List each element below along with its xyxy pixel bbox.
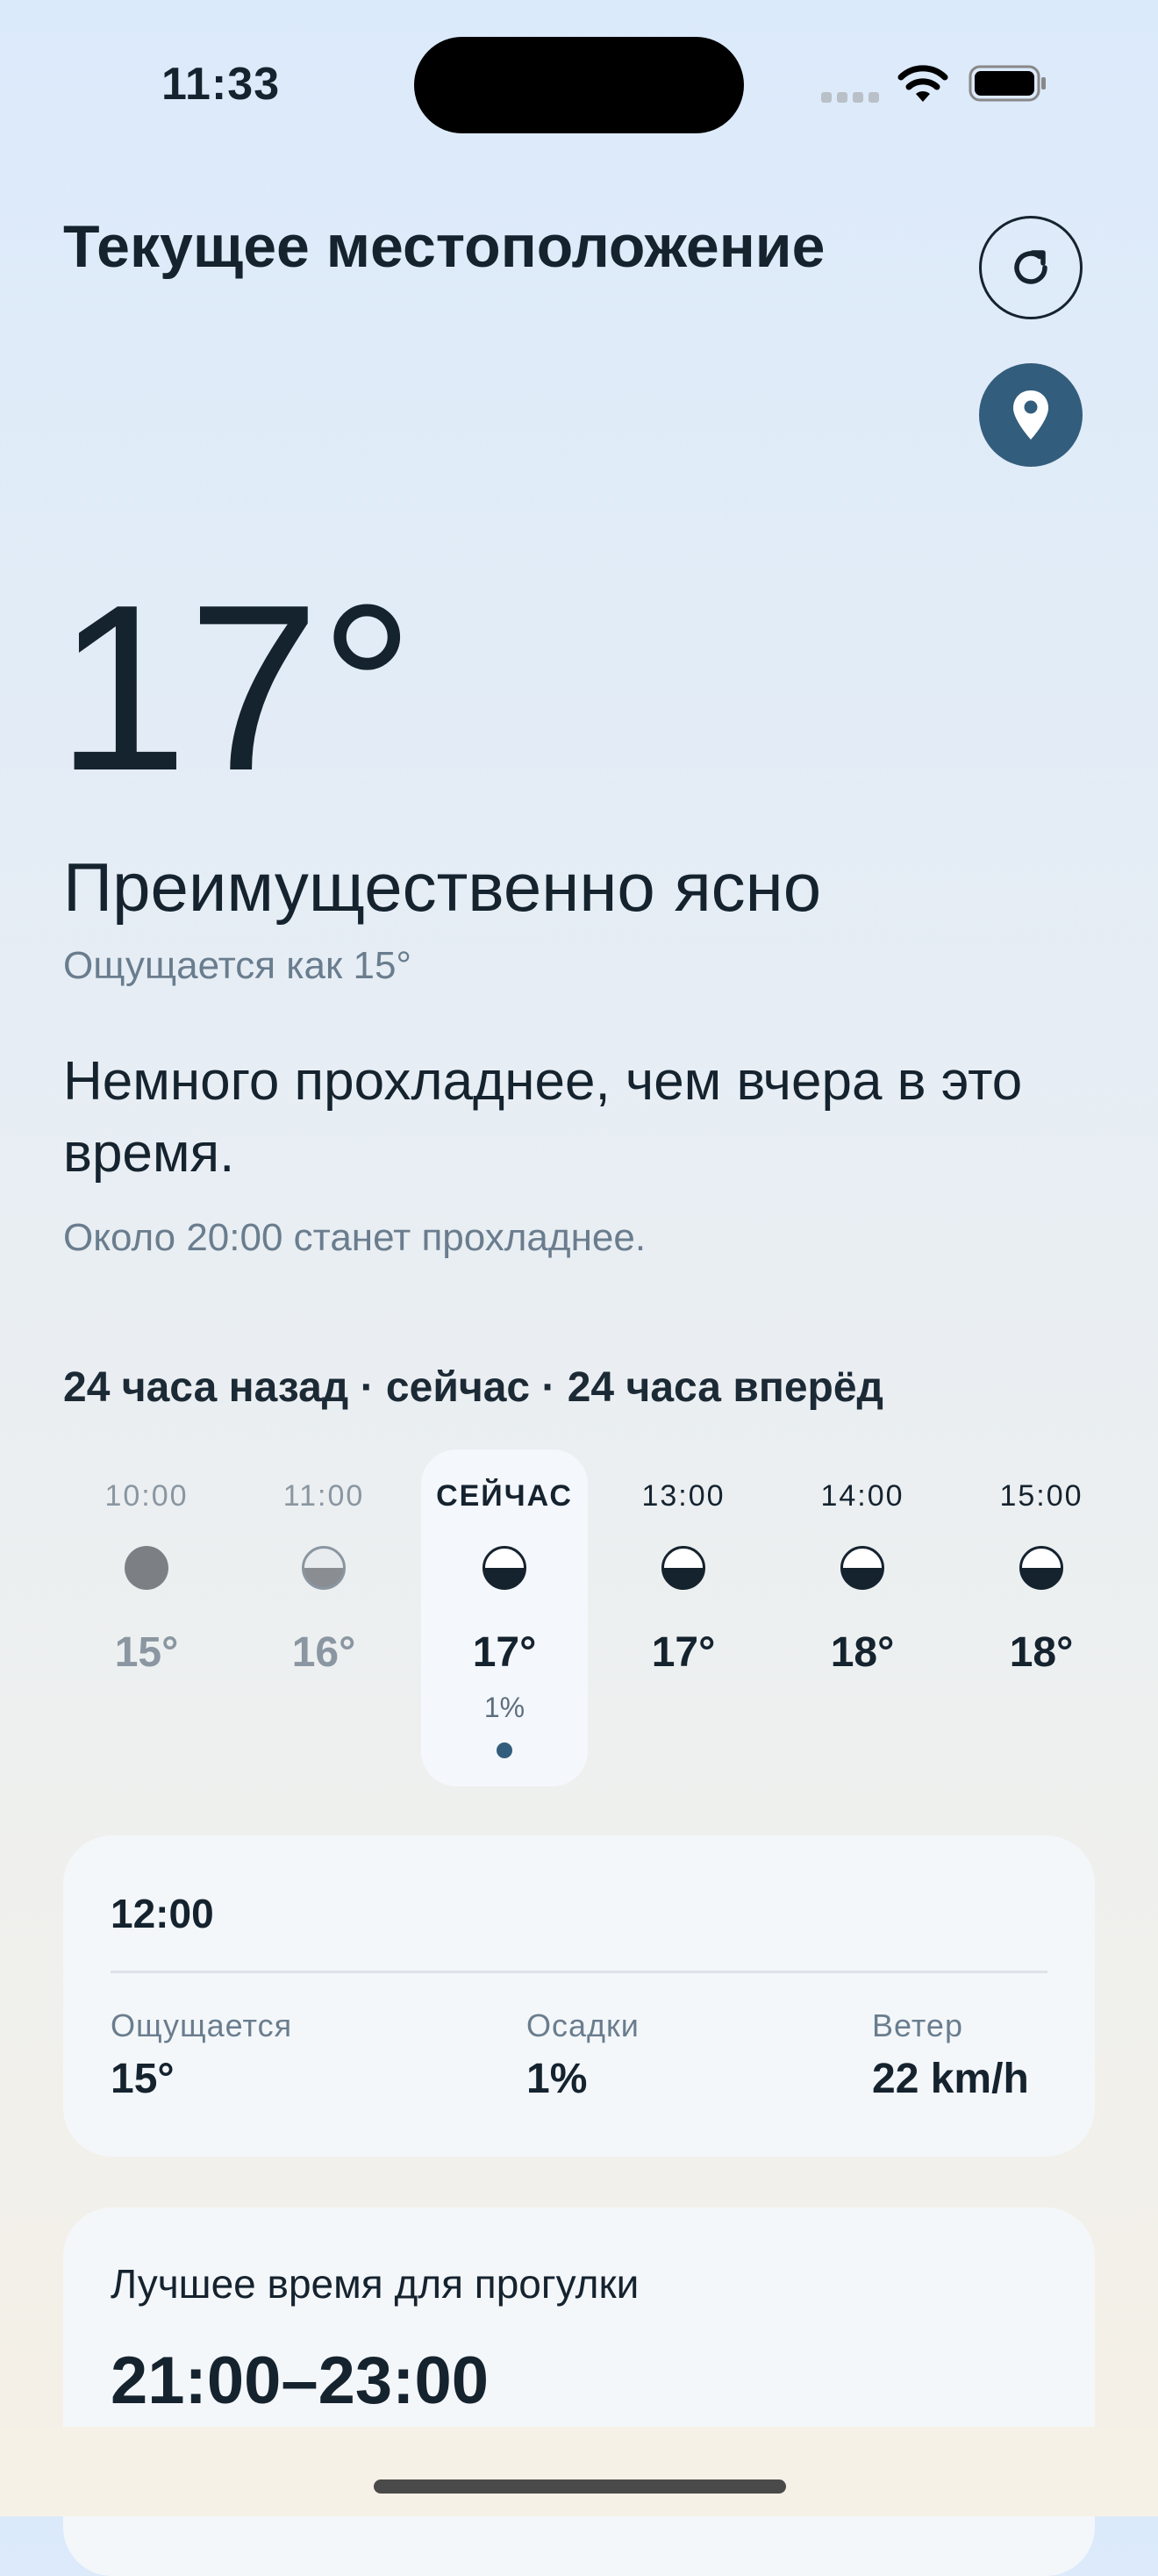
refresh-icon (1014, 250, 1047, 284)
hour-temp: 15° (114, 1629, 179, 1676)
location-title: Текущее местоположение (63, 213, 826, 280)
hour-item[interactable]: 10:00 15° (63, 1449, 230, 1786)
hour-temp: 18° (1009, 1629, 1074, 1676)
location-button[interactable] (979, 363, 1083, 467)
half-moon-icon (1019, 1546, 1063, 1590)
cellular-signal-icon (821, 91, 884, 107)
current-hour-indicator (497, 1742, 512, 1758)
hour-detail-card: 12:00 Ощущается 15° Осадки 1% Ветер 22 k… (63, 1835, 1095, 2157)
weather-condition: Преимущественно ясно (63, 848, 822, 926)
metric-value: 1% (526, 2056, 588, 2102)
wifi-icon (897, 65, 948, 102)
hour-precipitation: 1% (483, 1692, 525, 1723)
bottom-fade (0, 2427, 1158, 2516)
status-bar: 11:33 (0, 0, 1158, 167)
hour-label: 13:00 (641, 1479, 726, 1513)
walk-time: 21:00–23:00 (111, 2343, 490, 2418)
hour-label: СЕЙЧАС (436, 1479, 573, 1513)
hour-label: 10:00 (104, 1479, 189, 1513)
divider (111, 1971, 1047, 1973)
full-moon-icon (125, 1546, 168, 1590)
metric-wind: Ветер 22 km/h (872, 2007, 1029, 2103)
hour-item[interactable]: 11:00 16° (240, 1449, 407, 1786)
half-moon-icon (482, 1546, 526, 1590)
hour-temp: 16° (291, 1629, 356, 1676)
battery-icon (969, 65, 1046, 102)
metric-value: 15° (111, 2056, 175, 2102)
feels-like: Ощущается как 15° (63, 944, 412, 987)
best-walk-time-card[interactable]: Лучшее время для прогулки 21:00–23:00 (63, 2207, 1095, 2576)
metric-label: Ветер (872, 2007, 963, 2043)
hour-label: 15:00 (999, 1479, 1083, 1513)
metric-label: Ощущается (111, 2007, 293, 2043)
current-temperature: 17° (56, 556, 415, 820)
detail-time: 12:00 (111, 1891, 214, 1936)
hour-label: 14:00 (820, 1479, 904, 1513)
hour-item[interactable]: 15:00 18° (958, 1449, 1125, 1786)
hour-temp: 18° (830, 1629, 895, 1676)
metric-label: Осадки (526, 2007, 640, 2043)
hour-item[interactable]: 14:00 18° (779, 1449, 946, 1786)
timeline-range-label: 24 часа назад · сейчас · 24 часа вперёд (63, 1364, 884, 1411)
hourly-forecast-strip[interactable]: 10:00 15° 11:00 16° СЕЙЧАС 17° 1% 13:00 … (0, 1449, 1158, 1786)
status-time: 11:33 (161, 59, 281, 110)
location-pin-icon (1013, 390, 1048, 440)
home-indicator[interactable] (374, 2479, 786, 2494)
hour-label: 11:00 (282, 1479, 365, 1513)
refresh-button[interactable] (979, 216, 1083, 319)
comparison-text: Немного прохладнее, чем вчера в это врем… (63, 1051, 1023, 1184)
walk-label: Лучшее время для прогулки (111, 2261, 640, 2307)
hour-temp: 17° (651, 1629, 716, 1676)
metric-feels-like: Ощущается 15° (111, 2007, 292, 2103)
half-moon-icon (661, 1546, 705, 1590)
hour-item-now[interactable]: СЕЙЧАС 17° 1% (421, 1449, 588, 1786)
metric-value: 22 km/h (872, 2056, 1029, 2102)
metric-precipitation: Осадки 1% (526, 2007, 640, 2103)
hour-temp: 17° (472, 1629, 537, 1676)
half-moon-icon (302, 1546, 346, 1590)
forecast-note: Около 20:00 станет прохладнее. (63, 1216, 647, 1259)
dynamic-island (414, 37, 744, 133)
hour-item[interactable]: 13:00 17° (600, 1449, 767, 1786)
half-moon-icon (840, 1546, 884, 1590)
